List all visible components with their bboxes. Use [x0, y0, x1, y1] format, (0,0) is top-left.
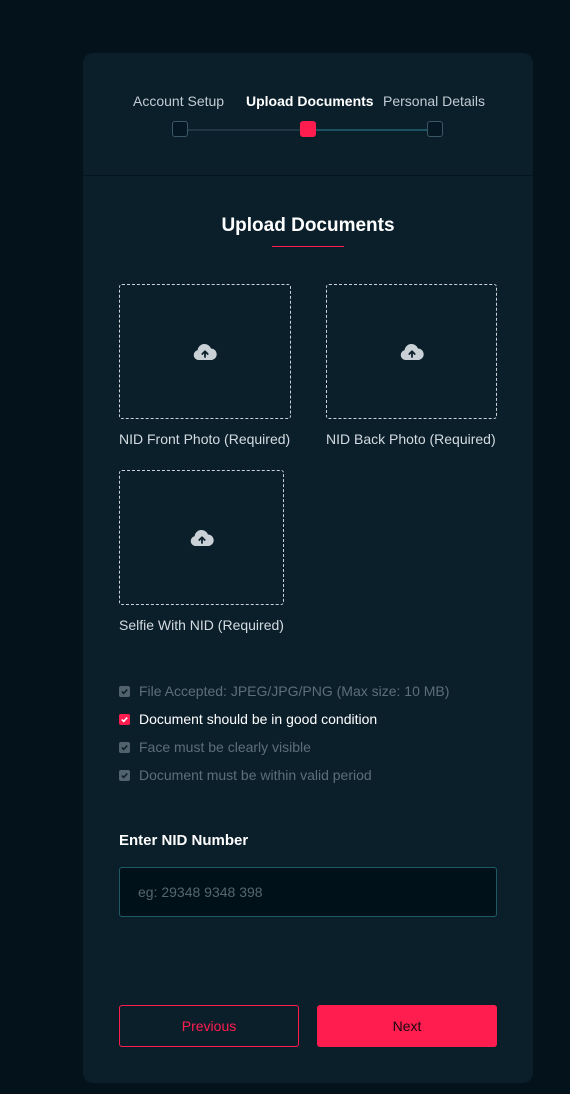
checkbox[interactable] [119, 713, 130, 725]
requirement-text: Document should be in good condition [139, 711, 378, 727]
checkbox[interactable] [119, 769, 130, 781]
check-icon [121, 716, 128, 723]
step-indicator-account-setup[interactable] [172, 121, 188, 137]
step-label-personal-details[interactable]: Personal Details [383, 93, 485, 109]
nid-front-label: NID Front Photo (Required) [119, 431, 291, 447]
nid-back-label: NID Back Photo (Required) [326, 431, 496, 447]
nid-back-upload[interactable] [326, 284, 497, 419]
previous-button[interactable]: Previous [119, 1005, 299, 1047]
requirement-text: Face must be clearly visible [139, 739, 311, 755]
step-indicator-upload-documents[interactable] [300, 121, 316, 137]
stepper: Account Setup Upload Documents Personal … [83, 93, 533, 111]
step-label-account-setup[interactable]: Account Setup [133, 93, 224, 109]
requirement-valid-period: Document must be within valid period [119, 766, 372, 784]
selfie-label: Selfie With NID (Required) [119, 617, 284, 633]
requirement-text: Document must be within valid period [139, 767, 372, 783]
step-label-upload-documents[interactable]: Upload Documents [246, 93, 374, 109]
step-connector-2 [315, 129, 430, 131]
nid-number-label: Enter NID Number [119, 832, 249, 849]
requirement-text: File Accepted: JPEG/JPG/PNG (Max size: 1… [139, 683, 450, 699]
next-button[interactable]: Next [317, 1005, 497, 1047]
cloud-upload-icon [190, 529, 214, 546]
step-indicator-personal-details[interactable] [427, 121, 443, 137]
header-divider [83, 175, 533, 176]
requirement-good-condition: Document should be in good condition [119, 710, 377, 728]
section-title: Upload Documents [221, 215, 395, 236]
check-icon [121, 688, 128, 695]
check-icon [121, 744, 128, 751]
nid-front-upload[interactable] [119, 284, 291, 419]
requirement-face-visible: Face must be clearly visible [119, 738, 311, 756]
selfie-upload[interactable] [119, 470, 284, 605]
step-connector-1 [187, 129, 302, 131]
cloud-upload-icon [193, 343, 217, 360]
check-icon [121, 772, 128, 779]
requirement-file-accepted: File Accepted: JPEG/JPG/PNG (Max size: 1… [119, 682, 449, 700]
checkbox[interactable] [119, 685, 130, 697]
checkbox[interactable] [119, 741, 130, 753]
cloud-upload-icon [400, 343, 424, 360]
title-underline [272, 246, 344, 247]
nid-number-input[interactable] [119, 867, 497, 917]
registration-card: Account Setup Upload Documents Personal … [83, 53, 533, 1083]
